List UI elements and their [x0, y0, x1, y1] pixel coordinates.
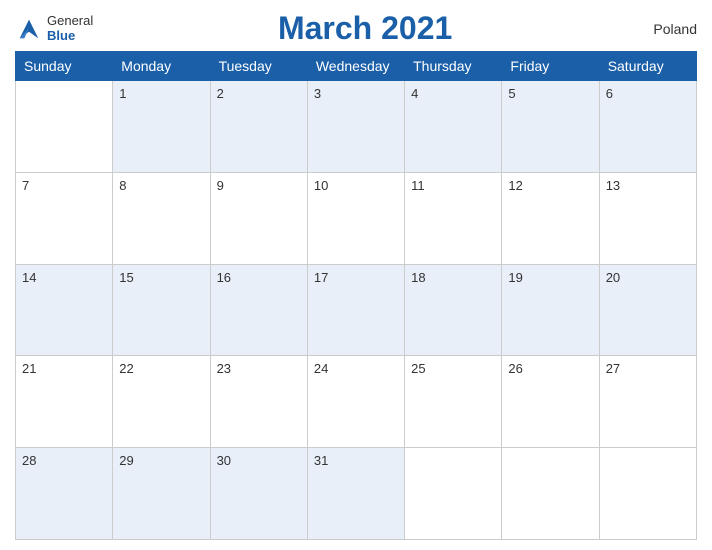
- day-number: 27: [606, 361, 620, 376]
- day-number: 12: [508, 178, 522, 193]
- calendar-cell: 2: [210, 81, 307, 173]
- calendar-cell: 26: [502, 356, 599, 448]
- logo-general: General: [47, 14, 93, 28]
- day-number: 18: [411, 270, 425, 285]
- day-number: 20: [606, 270, 620, 285]
- day-number: 3: [314, 86, 321, 101]
- day-number: 23: [217, 361, 231, 376]
- weekday-header-thursday: Thursday: [405, 52, 502, 81]
- day-number: 9: [217, 178, 224, 193]
- header: General Blue March 2021 Poland: [15, 10, 697, 47]
- logo-blue: Blue: [47, 29, 93, 43]
- calendar-cell: 25: [405, 356, 502, 448]
- weekday-header-saturday: Saturday: [599, 52, 696, 81]
- calendar-cell: 6: [599, 81, 696, 173]
- country-label: Poland: [637, 21, 697, 37]
- day-number: 6: [606, 86, 613, 101]
- calendar-cell: 28: [16, 448, 113, 540]
- calendar-cell: [16, 81, 113, 173]
- day-number: 5: [508, 86, 515, 101]
- day-number: 14: [22, 270, 36, 285]
- calendar-week-4: 21 22 23 24 25 26 27: [16, 356, 697, 448]
- calendar-week-3: 14 15 16 17 18 19 20: [16, 264, 697, 356]
- day-number: 1: [119, 86, 126, 101]
- calendar-title: March 2021: [93, 10, 637, 47]
- day-number: 26: [508, 361, 522, 376]
- calendar-cell: 16: [210, 264, 307, 356]
- calendar-cell: 10: [307, 172, 404, 264]
- day-number: 21: [22, 361, 36, 376]
- calendar-cell: 27: [599, 356, 696, 448]
- calendar-cell: 14: [16, 264, 113, 356]
- calendar-cell: 12: [502, 172, 599, 264]
- day-number: 28: [22, 453, 36, 468]
- day-number: 16: [217, 270, 231, 285]
- day-number: 11: [411, 178, 425, 193]
- calendar-cell: 13: [599, 172, 696, 264]
- day-number: 25: [411, 361, 425, 376]
- calendar-week-1: 1 2 3 4 5 6: [16, 81, 697, 173]
- weekday-header-wednesday: Wednesday: [307, 52, 404, 81]
- calendar-cell: 20: [599, 264, 696, 356]
- weekday-header-sunday: Sunday: [16, 52, 113, 81]
- day-number: 19: [508, 270, 522, 285]
- calendar-cell: 11: [405, 172, 502, 264]
- calendar-cell: 31: [307, 448, 404, 540]
- day-number: 30: [217, 453, 231, 468]
- day-number: 29: [119, 453, 133, 468]
- day-number: 31: [314, 453, 328, 468]
- day-number: 15: [119, 270, 133, 285]
- calendar-cell: 30: [210, 448, 307, 540]
- calendar-cell: 29: [113, 448, 210, 540]
- calendar-week-2: 7 8 9 10 11 12 13: [16, 172, 697, 264]
- calendar-cell: 9: [210, 172, 307, 264]
- calendar-cell: 5: [502, 81, 599, 173]
- calendar-body: 1234567891011121314151617181920212223242…: [16, 81, 697, 540]
- day-number: 10: [314, 178, 328, 193]
- day-number: 4: [411, 86, 418, 101]
- calendar-cell: 15: [113, 264, 210, 356]
- calendar-table: SundayMondayTuesdayWednesdayThursdayFrid…: [15, 51, 697, 540]
- calendar-cell: 7: [16, 172, 113, 264]
- logo: General Blue: [15, 14, 93, 43]
- weekday-header-monday: Monday: [113, 52, 210, 81]
- calendar-cell: 21: [16, 356, 113, 448]
- day-number: 24: [314, 361, 328, 376]
- weekday-header-friday: Friday: [502, 52, 599, 81]
- calendar-week-5: 28 29 30 31: [16, 448, 697, 540]
- logo-bird-icon: [15, 15, 43, 43]
- calendar-cell: 1: [113, 81, 210, 173]
- calendar-cell: 24: [307, 356, 404, 448]
- day-number: 8: [119, 178, 126, 193]
- day-number: 17: [314, 270, 328, 285]
- calendar-cell: 8: [113, 172, 210, 264]
- weekday-header-row: SundayMondayTuesdayWednesdayThursdayFrid…: [16, 52, 697, 81]
- day-number: 7: [22, 178, 29, 193]
- day-number: 22: [119, 361, 133, 376]
- weekday-header-tuesday: Tuesday: [210, 52, 307, 81]
- calendar-cell: [502, 448, 599, 540]
- day-number: 13: [606, 178, 620, 193]
- calendar-cell: 18: [405, 264, 502, 356]
- calendar-cell: 17: [307, 264, 404, 356]
- calendar-cell: 4: [405, 81, 502, 173]
- calendar-cell: 23: [210, 356, 307, 448]
- calendar-cell: 22: [113, 356, 210, 448]
- calendar-cell: [599, 448, 696, 540]
- calendar-cell: 19: [502, 264, 599, 356]
- day-number: 2: [217, 86, 224, 101]
- calendar-cell: 3: [307, 81, 404, 173]
- calendar-cell: [405, 448, 502, 540]
- logo-text: General Blue: [47, 14, 93, 43]
